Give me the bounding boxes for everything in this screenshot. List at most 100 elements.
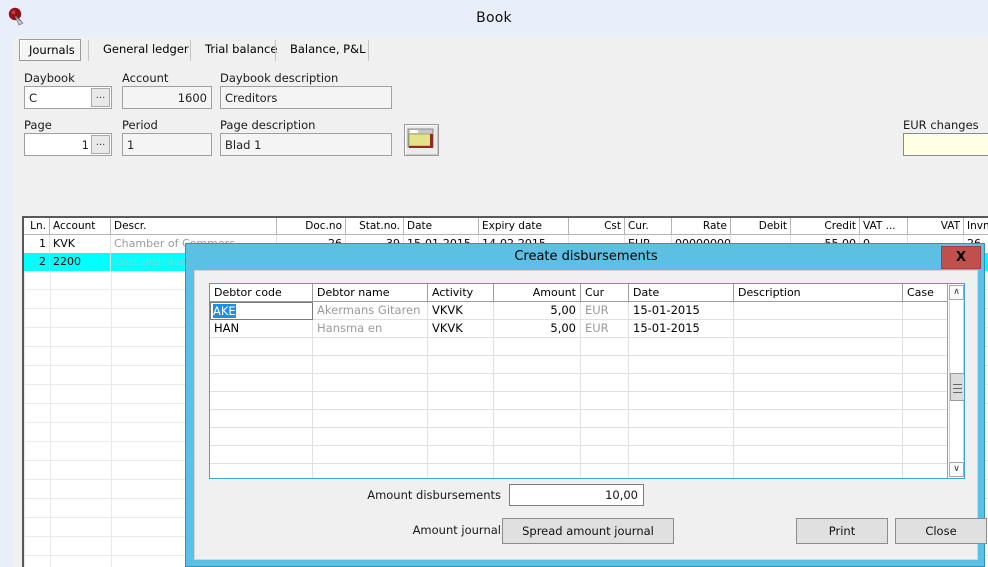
tab-balance-pl[interactable]: Balance, P&L	[281, 39, 375, 61]
tab-general-ledger[interactable]: General ledger	[94, 39, 198, 61]
disbursement-cell-empty[interactable]	[629, 410, 734, 428]
debtor-code-edit-input[interactable]: AKE	[210, 302, 313, 320]
journal-cell-ln[interactable]: 2	[24, 253, 50, 271]
disbursement-cell-empty[interactable]	[734, 446, 903, 464]
disbursements-scrollbar[interactable]: ∧ ∨	[947, 284, 964, 478]
disbursement-cell-empty[interactable]	[734, 374, 903, 392]
list-item-empty[interactable]	[210, 392, 964, 410]
list-item-empty[interactable]	[210, 338, 964, 356]
journal-col-cur[interactable]: Cur.	[625, 218, 672, 234]
disbursement-cell-empty[interactable]	[428, 338, 494, 356]
list-item-empty[interactable]	[210, 464, 964, 478]
spread-amount-journal-button[interactable]: Spread amount journal	[502, 518, 674, 544]
journal-col-invno[interactable]: Invno c	[964, 218, 988, 234]
list-item-empty[interactable]	[210, 356, 964, 374]
print-button[interactable]: Print	[796, 518, 888, 544]
disbursement-cell-empty[interactable]	[734, 338, 903, 356]
disbursement-cell-empty[interactable]	[581, 356, 629, 374]
disbursement-cell-debtor_name[interactable]: Hansma en partners	[313, 320, 428, 338]
disbursement-cell-empty[interactable]	[581, 446, 629, 464]
disbursement-cell-empty[interactable]	[313, 428, 428, 446]
disbursement-cell-empty[interactable]	[629, 464, 734, 478]
list-item[interactable]: HANHansma en partnersVKVK5,00EUR15-01-20…	[210, 320, 964, 338]
disbursement-col-debtor_code[interactable]: Debtor code	[210, 284, 313, 301]
disbursement-cell-empty[interactable]	[629, 446, 734, 464]
list-item-empty[interactable]	[210, 446, 964, 464]
disbursement-cell-empty[interactable]	[210, 446, 313, 464]
journal-col-statno[interactable]: Stat.no.	[346, 218, 404, 234]
disbursement-cell-description[interactable]	[734, 302, 903, 320]
disbursement-cell-debtor_name[interactable]: Akermans Gitaren	[313, 302, 428, 320]
disbursement-cell-empty[interactable]	[313, 464, 428, 478]
disbursement-cell-empty[interactable]	[428, 374, 494, 392]
page-description-input[interactable]	[220, 133, 392, 156]
journal-cell-account[interactable]: 2200	[50, 253, 111, 271]
close-button[interactable]: Close	[895, 518, 987, 544]
page-browse-button[interactable]: ...	[91, 135, 110, 154]
disbursement-col-date[interactable]: Date	[629, 284, 734, 301]
journal-col-cst[interactable]: Cst	[569, 218, 625, 234]
list-item-empty[interactable]	[210, 374, 964, 392]
disbursement-cell-cur[interactable]: EUR	[581, 302, 629, 320]
disbursement-cell-empty[interactable]	[313, 356, 428, 374]
journal-col-debit[interactable]: Debit	[731, 218, 791, 234]
disbursement-cell-empty[interactable]	[428, 464, 494, 478]
disbursement-cell-empty[interactable]	[629, 374, 734, 392]
journal-col-rate[interactable]: Rate	[672, 218, 731, 234]
disbursement-cell-empty[interactable]	[494, 392, 581, 410]
disbursement-cell-date[interactable]: 15-01-2015	[629, 320, 734, 338]
disbursement-cell-empty[interactable]	[313, 338, 428, 356]
disbursement-cell-empty[interactable]	[629, 392, 734, 410]
disbursement-cell-empty[interactable]	[581, 374, 629, 392]
journal-col-vat[interactable]: VAT	[908, 218, 964, 234]
disbursement-cell-empty[interactable]	[428, 356, 494, 374]
amount-disbursements-input[interactable]	[509, 484, 644, 506]
disbursement-cell-activity[interactable]: VKVK	[428, 320, 494, 338]
journal-col-date[interactable]: Date	[404, 218, 479, 234]
list-item-empty[interactable]	[210, 410, 964, 428]
disbursement-cell-empty[interactable]	[581, 338, 629, 356]
journal-cell-ln[interactable]: 1	[24, 235, 50, 253]
disbursement-cell-description[interactable]	[734, 320, 903, 338]
journal-col-descr[interactable]: Descr.	[111, 218, 277, 234]
scrollbar-track[interactable]	[949, 301, 964, 461]
disbursement-cell-empty[interactable]	[428, 446, 494, 464]
disbursement-cell-cur[interactable]: EUR	[581, 320, 629, 338]
disbursement-cell-empty[interactable]	[581, 392, 629, 410]
disbursement-col-debtor_name[interactable]: Debtor name	[313, 284, 428, 301]
journal-cell-account[interactable]: KVK	[50, 235, 111, 253]
disbursement-cell-empty[interactable]	[494, 446, 581, 464]
disbursement-cell-empty[interactable]	[210, 428, 313, 446]
disbursement-cell-empty[interactable]	[494, 338, 581, 356]
disbursement-cell-debtor_code[interactable]: HAN	[210, 320, 313, 338]
disbursement-cell-empty[interactable]	[428, 392, 494, 410]
daybook-browse-button[interactable]: ...	[91, 88, 110, 107]
disbursement-cell-empty[interactable]	[581, 428, 629, 446]
disbursement-col-description[interactable]: Description	[734, 284, 903, 301]
disbursement-cell-empty[interactable]	[210, 464, 313, 478]
disbursement-cell-empty[interactable]	[734, 392, 903, 410]
scrollbar-thumb[interactable]	[950, 373, 964, 401]
journal-col-expiry[interactable]: Expiry date	[479, 218, 569, 234]
open-folder-button[interactable]	[404, 124, 439, 156]
disbursement-cell-empty[interactable]	[313, 410, 428, 428]
disbursement-cell-empty[interactable]	[494, 464, 581, 478]
scroll-up-icon[interactable]: ∧	[949, 285, 964, 300]
account-input[interactable]	[122, 86, 212, 109]
disbursement-cell-empty[interactable]	[494, 410, 581, 428]
disbursement-cell-empty[interactable]	[734, 464, 903, 478]
disbursement-cell-date[interactable]: 15-01-2015	[629, 302, 734, 320]
disbursement-cell-empty[interactable]	[210, 338, 313, 356]
journal-col-vatcode[interactable]: VAT ...	[860, 218, 908, 234]
disbursement-cell-amount[interactable]: 5,00	[494, 302, 581, 320]
disbursement-cell-empty[interactable]	[734, 356, 903, 374]
disbursement-cell-amount[interactable]: 5,00	[494, 320, 581, 338]
disbursement-cell-empty[interactable]	[581, 464, 629, 478]
period-input[interactable]	[122, 133, 212, 156]
disbursement-cell-empty[interactable]	[629, 338, 734, 356]
journal-col-credit[interactable]: Credit	[791, 218, 860, 234]
disbursement-cell-empty[interactable]	[734, 410, 903, 428]
tab-trial-balance[interactable]: Trial balance	[196, 39, 286, 61]
disbursement-cell-empty[interactable]	[428, 428, 494, 446]
disbursement-cell-empty[interactable]	[210, 410, 313, 428]
